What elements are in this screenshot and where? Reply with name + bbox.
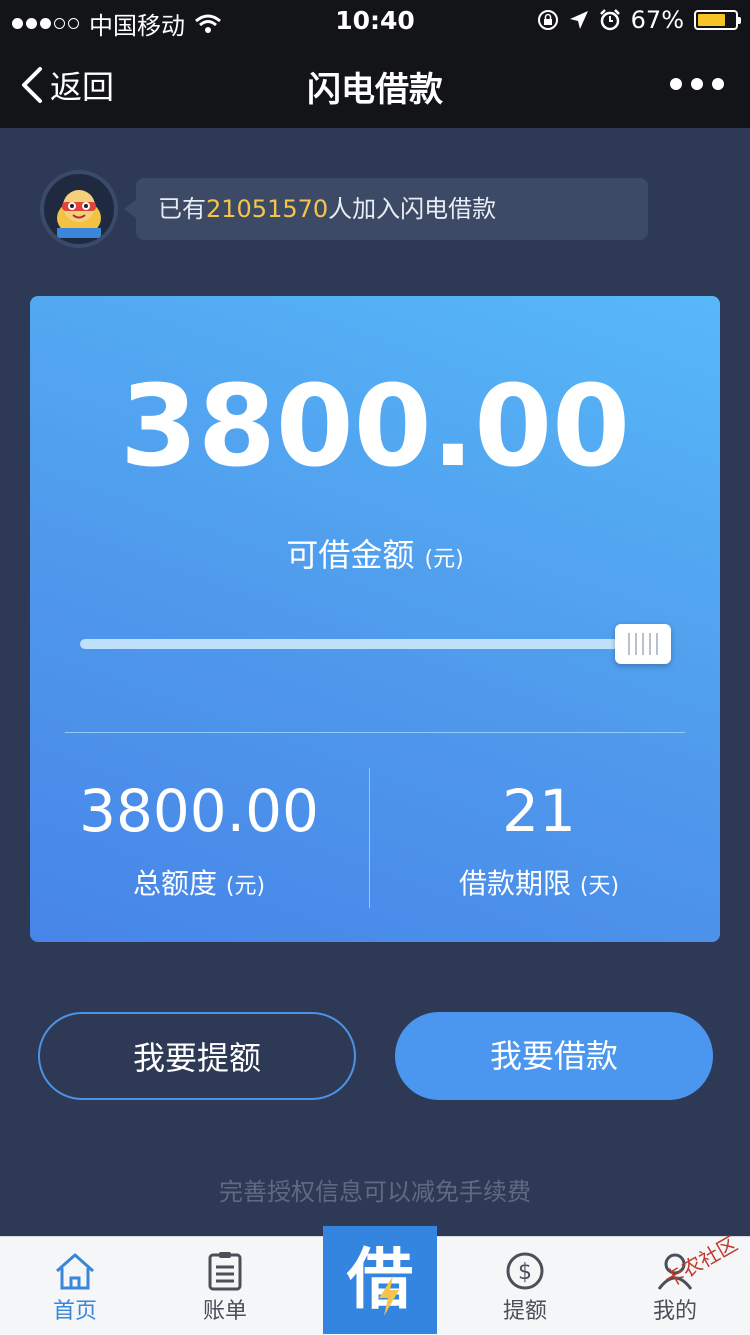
join-count: 21051570 [206, 195, 329, 223]
amount-slider-thumb[interactable] [615, 624, 671, 664]
more-icon[interactable] [670, 78, 724, 90]
status-bar: 中国移动 10:40 67% [0, 0, 750, 40]
total-limit-value: 3800.00 [79, 777, 319, 845]
divider [65, 732, 685, 733]
available-amount-label: 可借金额 (元) [286, 536, 464, 574]
battery-icon [694, 10, 741, 30]
available-amount: 3800.00 [119, 362, 631, 492]
page-title: 闪电借款 [307, 70, 443, 110]
amount-slider-track[interactable] [80, 639, 630, 649]
loan-term-value: 21 [502, 777, 576, 845]
loan-term-label: 借款期限 [458, 867, 571, 900]
tab-home[interactable]: 首页 [0, 1237, 150, 1335]
alarm-icon [599, 9, 620, 31]
tab-raise[interactable]: $ 提额 [450, 1237, 600, 1335]
battery-percent: 67% [630, 6, 684, 34]
raise-limit-button[interactable]: 我要提额 [38, 1012, 356, 1100]
total-limit-label: 总额度 [132, 867, 217, 900]
avatar [40, 170, 118, 248]
fee-hint: 完善授权信息可以减免手续费 [219, 1178, 531, 1206]
dollar-icon: $ [506, 1252, 544, 1290]
tab-borrow[interactable]: 借 [323, 1226, 437, 1334]
nav-bar: 返回 闪电借款 [0, 40, 750, 128]
borrow-button[interactable]: 我要借款 [395, 1012, 713, 1100]
bill-icon [208, 1252, 242, 1291]
svg-text:$: $ [518, 1260, 532, 1285]
join-notice: 已有21051570人加入闪电借款 [124, 178, 648, 240]
tab-bill[interactable]: 账单 [150, 1237, 300, 1335]
mascot-icon [57, 190, 101, 238]
location-icon [569, 11, 588, 29]
total-limit: 3800.00 总额度 (元) [30, 776, 368, 902]
lightning-icon [379, 1276, 399, 1316]
home-icon [56, 1253, 94, 1290]
loan-card: 3800.00 可借金额 (元) 3800.00 总额度 (元) 21 借款期限… [30, 296, 720, 942]
rotation-lock-icon [537, 10, 558, 30]
loan-term: 21 借款期限 (天) [370, 776, 708, 902]
